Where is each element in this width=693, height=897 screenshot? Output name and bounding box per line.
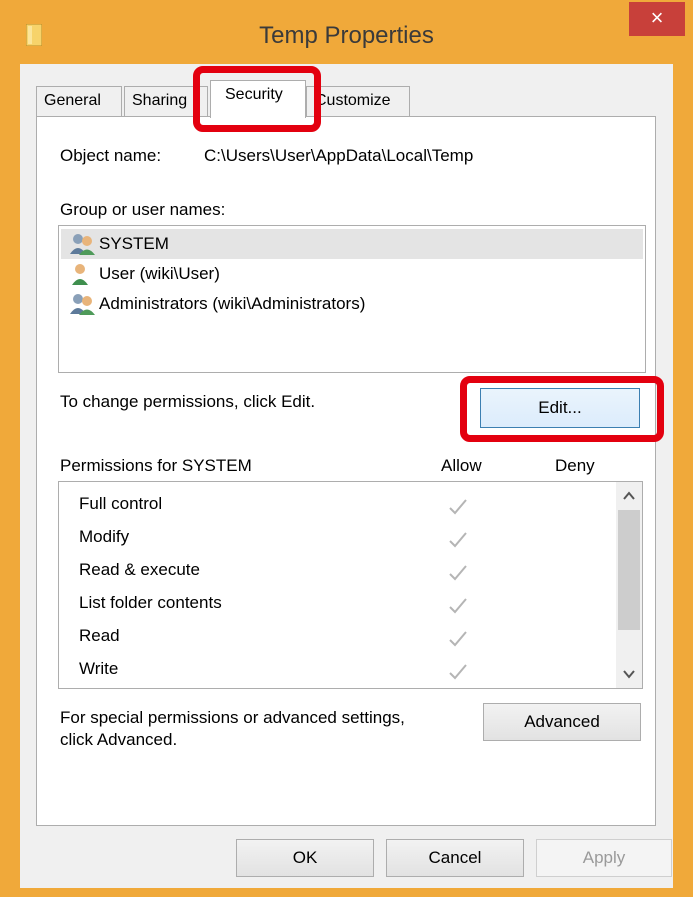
allow-check-icon [449,565,467,581]
permission-row: Full control [79,494,162,524]
permission-name: Read & execute [79,560,200,579]
allow-check-icon [449,631,467,647]
apply-button[interactable]: Apply [536,839,672,877]
cancel-button[interactable]: Cancel [386,839,524,877]
tab-customize[interactable]: Customize [306,86,410,116]
permission-row: Read [79,626,120,656]
highlight-edit-button [460,376,664,442]
user-group-icon [70,294,95,315]
advanced-help-text-line1: For special permissions or advanced sett… [60,708,405,727]
allow-header: Allow [441,456,482,475]
object-name-label: Object name: [60,146,162,165]
permission-row: Write [79,659,119,688]
permission-row: Read & execute [79,560,200,590]
object-name-value: C:\Users\User\AppData\Local\Temp [204,146,474,165]
permission-row: Modify [79,527,129,557]
user-name: Administrators (wiki\Administrators) [99,294,366,313]
change-permissions-text: To change permissions, click Edit. [60,392,316,411]
permission-row: List folder contents [79,593,222,623]
permission-name: Modify [79,527,130,546]
permissions-scrollbar[interactable] [616,482,642,688]
allow-check-icon [449,598,467,614]
ok-button[interactable]: OK [236,839,374,877]
highlight-security-tab [193,66,321,132]
user-list[interactable]: SYSTEM User (wiki\User) Administrators (… [58,225,646,373]
allow-check-icon [449,499,467,515]
chevron-down-icon[interactable] [621,666,637,682]
permissions-header: Permissions for SYSTEM [60,456,252,475]
title-bar[interactable]: Temp Properties × [0,0,693,64]
permission-name: Write [79,659,119,678]
group-label: Group or user names: [60,200,226,219]
list-item-system[interactable]: SYSTEM [61,229,643,259]
user-group-icon [70,234,95,255]
permission-name: Read [79,626,120,645]
chevron-up-icon[interactable] [621,488,637,504]
window-title: Temp Properties [259,22,434,49]
advanced-help-text-line2: click Advanced. [60,730,178,749]
close-button[interactable]: × [629,2,685,36]
scrollbar-thumb[interactable] [618,510,640,630]
user-name: User (wiki\User) [99,264,220,283]
permission-name: Full control [79,494,163,513]
allow-check-icon [449,664,467,680]
allow-check-icon [449,532,467,548]
advanced-button[interactable]: Advanced [483,703,641,741]
properties-window: Temp Properties × General Sharing Securi… [0,0,693,897]
tab-general[interactable]: General [36,86,122,116]
deny-header: Deny [555,456,595,475]
user-icon [72,264,88,285]
list-item-user[interactable]: User (wiki\User) [61,259,643,289]
permissions-list[interactable]: Full control Modify Read & execute List … [58,481,643,689]
list-item-administrators[interactable]: Administrators (wiki\Administrators) [61,289,643,319]
user-name: SYSTEM [99,234,169,253]
permission-name: List folder contents [79,593,222,612]
